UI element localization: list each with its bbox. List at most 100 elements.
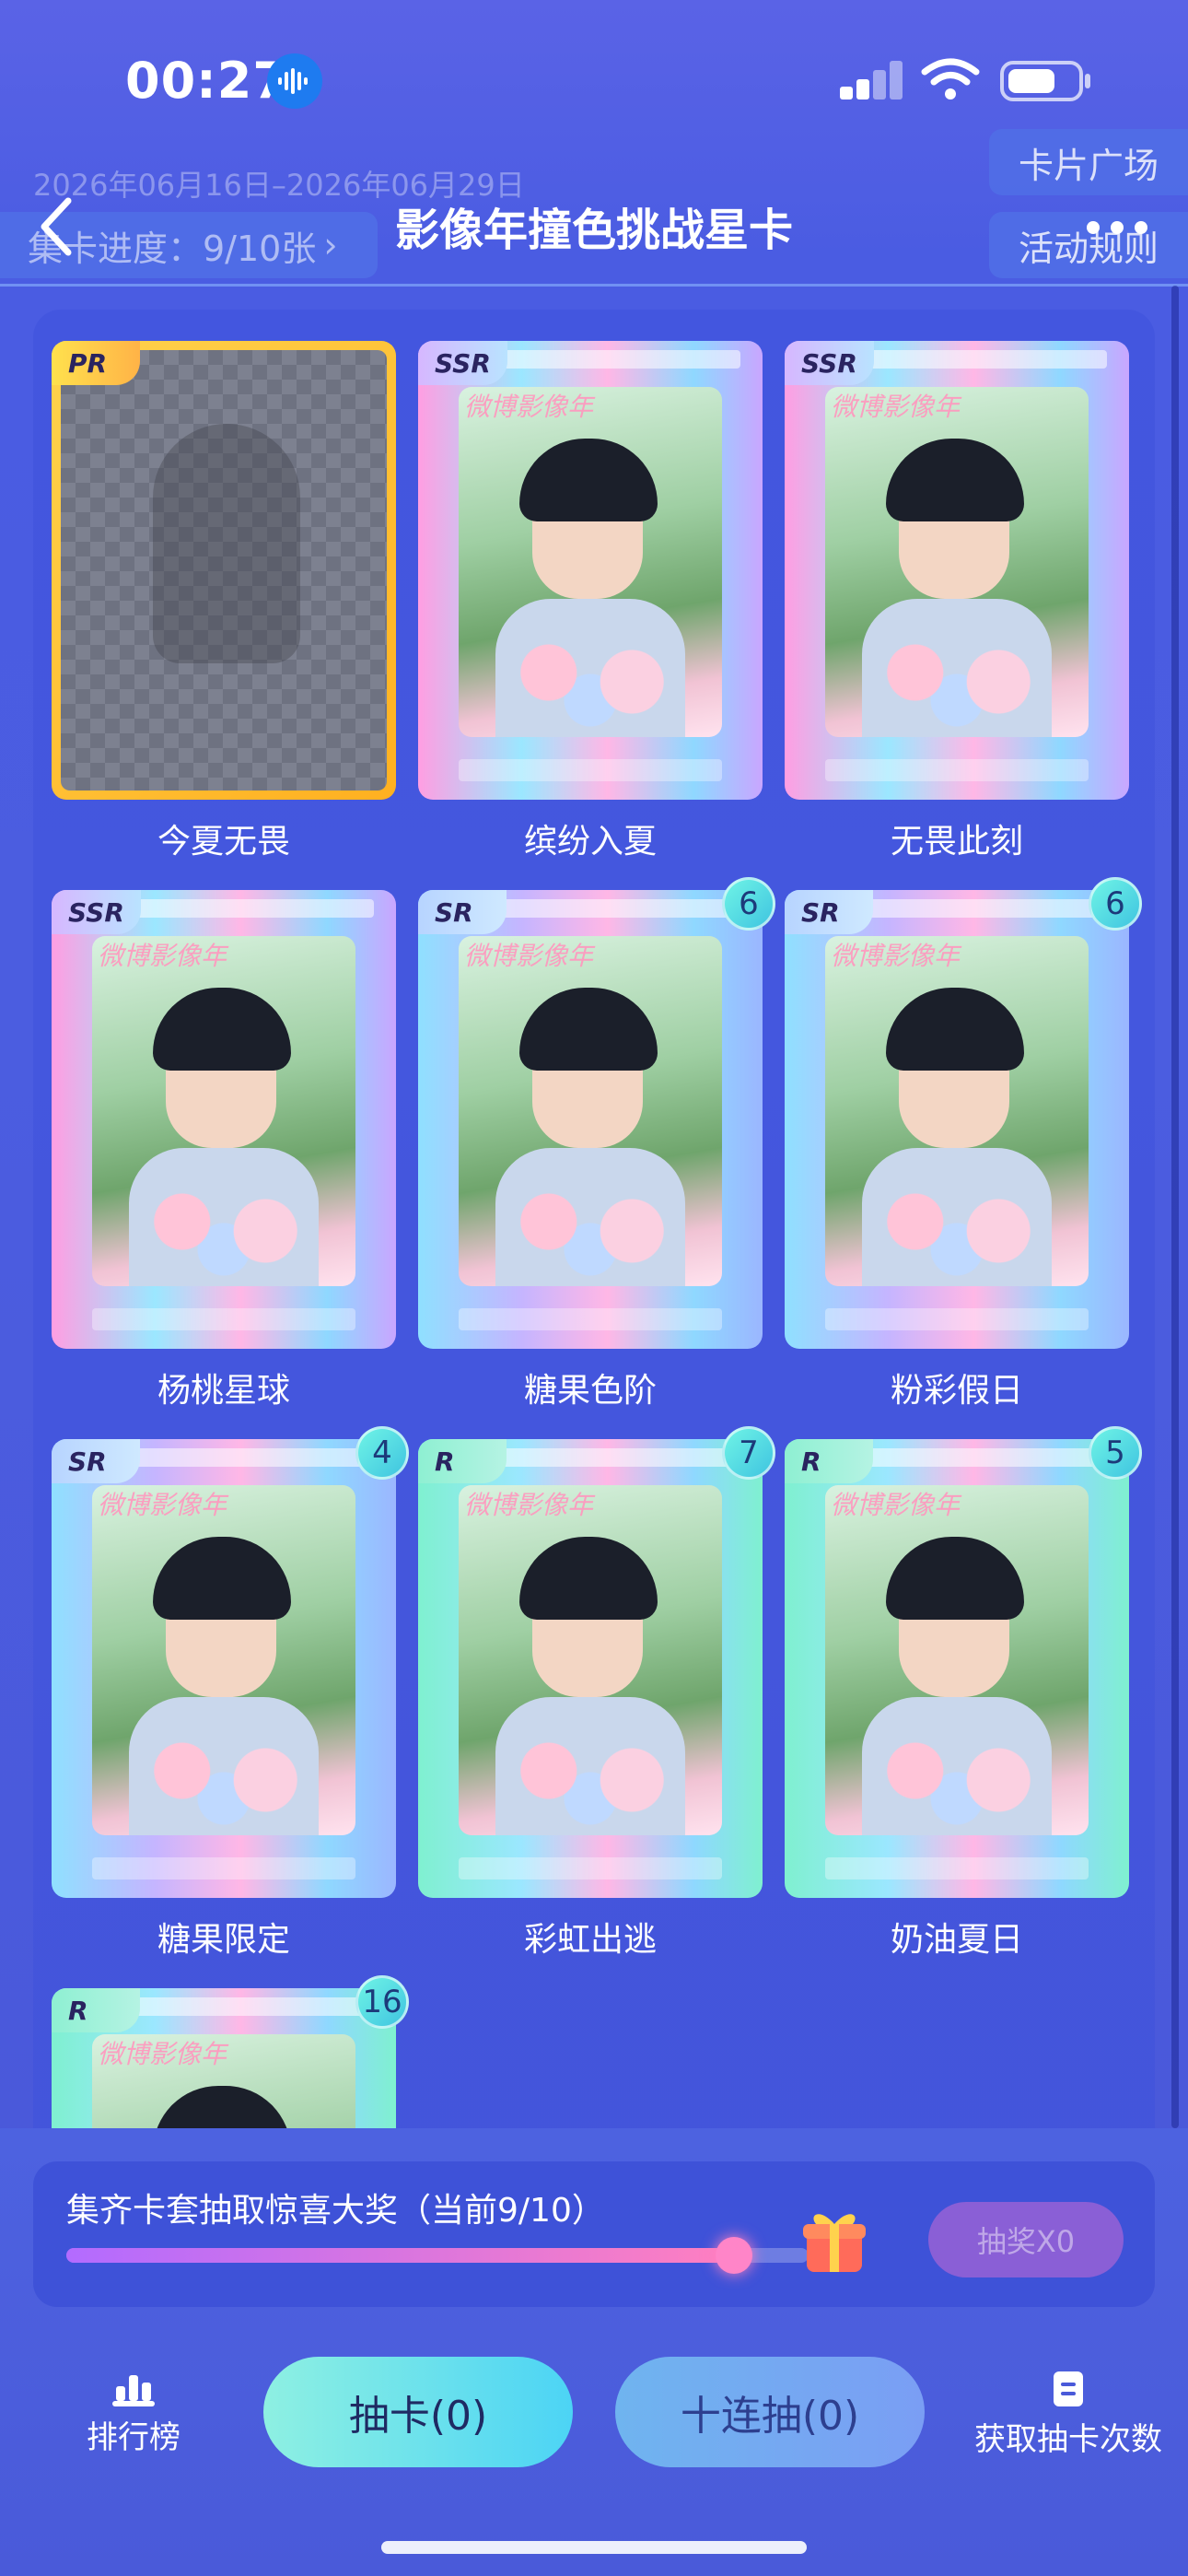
card-logos <box>134 1997 374 2016</box>
leaderboard-icon <box>112 2375 155 2406</box>
collection-card[interactable]: 微博影像年 SSR <box>785 341 1129 800</box>
card-image: 微博影像年 <box>785 1439 1129 1898</box>
voice-indicator-icon <box>267 53 322 109</box>
card-name: 今夏无畏 <box>157 823 290 861</box>
card-logos <box>501 350 740 369</box>
collect-reward-box: 集齐卡套抽取惊喜大奖（当前9/10） 抽奖X0 <box>33 2161 1155 2307</box>
card-logos <box>868 899 1107 918</box>
card-photo <box>825 1485 1089 1835</box>
card-watermark: 微博影像年 <box>98 1490 227 1520</box>
rarity-tag: SR <box>418 890 507 934</box>
card-watermark: 微博影像年 <box>831 941 961 971</box>
collect-progress-fill <box>66 2248 735 2263</box>
card-watermark: 微博影像年 <box>831 392 961 422</box>
rarity-tag: R <box>418 1439 507 1483</box>
card-name: 粉彩假日 <box>890 1372 1023 1410</box>
collection-card[interactable]: 微博影像年 SSR <box>418 341 763 800</box>
card-watermark: 微博影像年 <box>464 941 594 971</box>
card-footer-strip <box>92 1857 355 1879</box>
card-logos <box>868 1448 1107 1467</box>
wifi-icon <box>921 58 980 100</box>
collect-progress-bar <box>66 2237 809 2274</box>
card-name: 奶油夏日 <box>890 1921 1023 1959</box>
card-name: 缤纷入夏 <box>523 823 657 861</box>
card-watermark: 微博影像年 <box>464 392 594 422</box>
rarity-tag: SSR <box>52 890 141 934</box>
card-count-badge: 4 <box>355 1426 409 1480</box>
rarity-tag: SSR <box>418 341 507 385</box>
rarity-tag: SR <box>52 1439 140 1483</box>
locked-card-placeholder <box>61 350 387 790</box>
lottery-button[interactable]: 抽奖X0 <box>928 2202 1124 2277</box>
card-plaza-button[interactable]: 卡片广场 <box>989 129 1188 195</box>
card-photo <box>459 936 722 1286</box>
card-name: 杨桃星球 <box>157 1372 290 1410</box>
card-logos <box>134 899 374 918</box>
header-divider <box>0 284 1188 287</box>
card-name: 糖果色阶 <box>523 1372 657 1410</box>
draw-card-button[interactable]: 抽卡(0) <box>263 2357 573 2467</box>
card-footer-strip <box>92 1308 355 1330</box>
rarity-tag: PR <box>52 341 140 385</box>
draw-ten-button[interactable]: 十连抽(0) <box>615 2357 925 2467</box>
card-image: 微博影像年 <box>418 890 763 1349</box>
collection-card[interactable]: 微博影像年 R 5 <box>785 1426 1142 1898</box>
status-time: 00:27 <box>125 52 288 110</box>
rarity-tag: SR <box>785 890 873 934</box>
card-footer-strip <box>459 1857 722 1879</box>
battery-icon <box>1000 61 1090 101</box>
rarity-tag: SSR <box>785 341 874 385</box>
collection-card[interactable]: PR <box>52 341 396 800</box>
card-footer-strip <box>459 759 722 781</box>
card-photo <box>825 936 1089 1286</box>
card-logos <box>501 1448 740 1467</box>
card-watermark: 微博影像年 <box>831 1490 961 1520</box>
get-draw-chances-label: 获取抽卡次数 <box>974 2421 1162 2458</box>
card-name: 彩虹出逃 <box>523 1921 657 1959</box>
more-options-icon[interactable] <box>1087 221 1151 236</box>
bottom-panel: 集齐卡套抽取惊喜大奖（当前9/10） 抽奖X0 排行榜 抽卡(0) 十连抽(0) <box>0 2128 1188 2576</box>
collection-card[interactable]: 微博影像年 R 7 <box>418 1426 775 1898</box>
card-photo <box>459 1485 722 1835</box>
leaderboard-label: 排行榜 <box>87 2419 181 2456</box>
card-footer-strip <box>825 1857 1089 1879</box>
card-count-badge: 5 <box>1089 1426 1142 1480</box>
card-image: 微博影像年 <box>52 1439 396 1898</box>
card-image <box>52 341 396 800</box>
card-name: 无畏此刻 <box>890 823 1023 861</box>
card-watermark: 微博影像年 <box>98 941 227 971</box>
leaderboard-button[interactable]: 排行榜 <box>74 2370 193 2457</box>
card-photo <box>825 387 1089 737</box>
card-image: 微博影像年 <box>418 1439 763 1898</box>
card-photo <box>92 936 355 1286</box>
card-count-badge: 6 <box>722 877 775 931</box>
card-collection-panel: PR 今夏无畏 微博影像年 SSR 缤纷入夏 微博影像年 SSR 无畏此刻 微博影像年 SSR 杨桃… <box>33 310 1155 2134</box>
collection-card[interactable]: 微博影像年 SR 6 <box>785 877 1142 1349</box>
card-logos <box>501 899 740 918</box>
card-count-badge: 16 <box>355 1975 409 2029</box>
cellular-signal-icon <box>840 61 904 100</box>
card-count-badge: 6 <box>1089 877 1142 931</box>
card-image: 微博影像年 <box>418 341 763 800</box>
collection-card[interactable]: 微博影像年 SR 6 <box>418 877 775 1349</box>
rarity-tag: R <box>52 1988 140 2032</box>
get-draw-chances-button[interactable]: 获取抽卡次数 <box>967 2370 1170 2459</box>
collect-reward-text: 集齐卡套抽取惊喜大奖（当前9/10） <box>66 2192 605 2230</box>
card-image: 微博影像年 <box>52 890 396 1349</box>
collection-card[interactable]: 微博影像年 SSR <box>52 890 396 1349</box>
collection-card[interactable]: 微博影像年 R 16 <box>52 1975 409 2134</box>
card-logos <box>868 350 1107 369</box>
rarity-tag: R <box>785 1439 873 1483</box>
scrollbar[interactable] <box>1171 286 1179 2128</box>
card-photo <box>92 1485 355 1835</box>
card-name: 糖果限定 <box>157 1921 290 1959</box>
home-indicator[interactable] <box>381 2541 807 2554</box>
gift-icon <box>803 2214 866 2272</box>
card-watermark: 微博影像年 <box>98 2039 227 2069</box>
card-image: 微博影像年 <box>785 890 1129 1349</box>
card-footer-strip <box>825 1308 1089 1330</box>
card-image: 微博影像年 <box>785 341 1129 800</box>
card-logos <box>134 1448 374 1467</box>
document-icon <box>1054 2371 1083 2406</box>
collection-card[interactable]: 微博影像年 SR 4 <box>52 1426 409 1898</box>
